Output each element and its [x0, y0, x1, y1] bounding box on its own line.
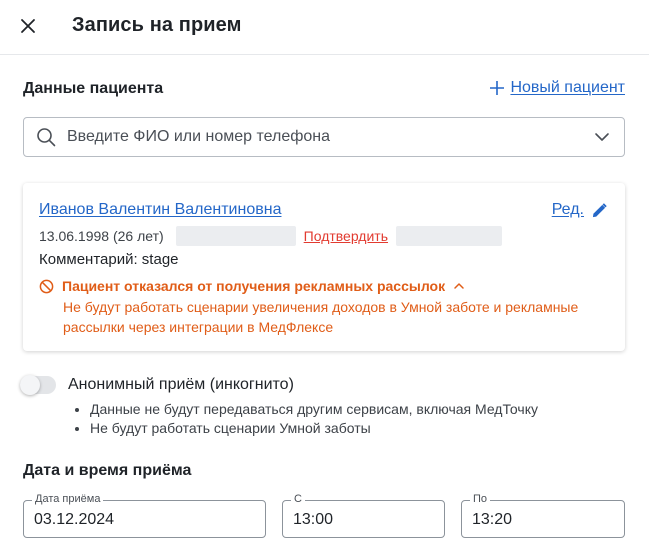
dialog-title: Запись на прием [72, 14, 242, 36]
birth-date: 13.06.1998 (26 лет) [39, 228, 164, 244]
close-button[interactable] [14, 12, 42, 40]
anonymous-label: Анонимный приём (инкогнито) [68, 376, 294, 393]
date-field[interactable]: Дата приёма 03.12.2024 [23, 493, 266, 538]
anonymous-notes: Данные не будут передаваться другим серв… [72, 400, 538, 438]
new-patient-button[interactable]: Новый пациент [490, 79, 625, 97]
time-from-field[interactable]: С 13:00 [282, 493, 445, 538]
date-field-value: 03.12.2024 [34, 511, 115, 528]
edit-patient-button[interactable]: Ред. [552, 201, 607, 219]
warning-text: Не будут работать сценарии увеличения до… [63, 299, 579, 335]
time-to-field[interactable]: По 13:20 [461, 493, 625, 538]
list-item: Данные не будут передаваться другим серв… [72, 400, 538, 419]
list-item: Не будут работать сценарии Умной заботы [72, 419, 538, 438]
date-field-label: Дата приёма [32, 493, 104, 505]
time-to-label: По [470, 493, 491, 505]
patient-name-link[interactable]: Иванов Валентин Валентиновна [39, 201, 281, 219]
chevron-up-icon [454, 283, 464, 289]
datetime-section-title: Дата и время приёма [23, 462, 192, 479]
anonymous-toggle-row: Анонимный приём (инкогнито) [20, 375, 294, 395]
patient-comment: Комментарий: stage [39, 251, 179, 268]
chevron-down-icon[interactable] [594, 129, 610, 145]
hidden-email [396, 226, 503, 246]
close-icon [21, 19, 35, 33]
prohibited-icon [39, 279, 54, 293]
patient-search[interactable] [23, 117, 625, 157]
toggle-knob [20, 375, 40, 395]
search-input[interactable] [67, 128, 567, 146]
patient-info-row: 13.06.1998 (26 лет) Подтвердить [39, 226, 503, 246]
time-from-label: С [291, 493, 305, 505]
patient-card: Иванов Валентин Валентиновна Ред. 13.06.… [23, 183, 625, 351]
time-to-value: 13:20 [472, 511, 513, 528]
ads-warning-toggle[interactable]: Пациент отказался от получения рекламных… [39, 278, 465, 294]
warning-title: Пациент отказался от получения рекламных… [62, 278, 446, 294]
search-icon [37, 128, 56, 147]
dialog-header: Запись на прием [0, 0, 649, 55]
anonymous-toggle[interactable] [20, 375, 56, 395]
time-from-value: 13:00 [293, 511, 334, 528]
patient-section-title: Данные пациента [23, 80, 164, 97]
plus-icon [490, 81, 505, 95]
edit-label: Ред. [551, 201, 584, 218]
pencil-icon [592, 202, 607, 217]
confirm-link[interactable]: Подтвердить [304, 228, 388, 244]
hidden-phone [175, 226, 296, 246]
new-patient-label: Новый пациент [510, 79, 625, 96]
